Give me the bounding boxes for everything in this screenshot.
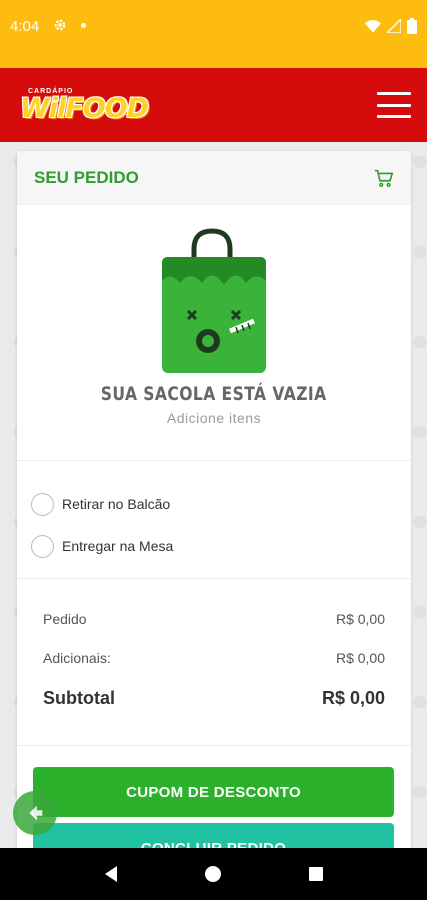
nav-home-icon [205, 866, 222, 882]
floating-back-button[interactable] [13, 791, 57, 835]
option-pickup-counter[interactable]: Retirar no Balcão [31, 483, 411, 525]
order-card-header: SEU PEDIDO [17, 151, 411, 205]
empty-bag-section: SUA SACOLA ESTÁ VAZIA Adicione itens [17, 205, 411, 461]
status-time: 4:04 [10, 18, 40, 35]
settings-gear-icon [54, 19, 66, 31]
summary-row-adicionais: Adicionais: R$ 0,00 [43, 638, 385, 677]
empty-bag-subtitle: Adicione itens [166, 410, 262, 426]
subtotal-label: Subtotal [43, 688, 115, 708]
adicionais-value: R$ 0,00 [335, 649, 385, 666]
logo-main-text: WilFOOD [20, 93, 149, 124]
option-deliver-table[interactable]: Entregar na Mesa [31, 525, 411, 567]
table-radio[interactable] [31, 534, 54, 558]
wifi-icon [365, 20, 381, 33]
pickup-radio[interactable] [31, 492, 54, 516]
pedido-value: R$ 0,00 [335, 610, 385, 627]
shopping-cart-icon[interactable] [373, 167, 395, 189]
nav-recents-icon [308, 867, 323, 881]
order-summary: Pedido R$ 0,00 Adicionais: R$ 0,00 Subto… [17, 579, 411, 746]
pedido-label: Pedido [43, 610, 87, 627]
empty-bag-icon [162, 228, 266, 373]
battery-icon [407, 18, 417, 34]
order-card: SEU PEDIDO SUA SACOLA ESTÁ VAZIA Adicion… [17, 151, 411, 851]
summary-row-pedido: Pedido R$ 0,00 [43, 599, 385, 638]
status-bar: 4:04 [0, 0, 427, 68]
nav-back-button[interactable] [101, 864, 121, 884]
adicionais-label: Adicionais: [43, 649, 111, 666]
nav-home-button[interactable] [203, 864, 223, 884]
nav-back-icon [105, 866, 118, 882]
system-nav-bar [0, 848, 427, 900]
coupon-button[interactable]: CUPOM DE DESCONTO [33, 767, 394, 817]
wilfood-logo[interactable]: CARDÁPIO WilFOOD [20, 88, 149, 124]
notification-dot-icon [81, 22, 87, 28]
empty-bag-title: SUA SACOLA ESTÁ VAZIA [101, 383, 327, 405]
table-label: Entregar na Mesa [62, 538, 174, 554]
pickup-label: Retirar no Balcão [62, 496, 171, 512]
arrow-left-icon [29, 805, 43, 821]
delivery-options: Retirar no Balcão Entregar na Mesa [17, 461, 411, 579]
nav-recents-button[interactable] [306, 864, 326, 884]
summary-row-subtotal: Subtotal R$ 0,00 [43, 679, 385, 718]
signal-icon [387, 19, 401, 33]
finish-order-button[interactable]: CONCLUIR PEDIDO [33, 823, 394, 851]
subtotal-value: R$ 0,00 [321, 688, 385, 708]
app-header: CARDÁPIO WilFOOD [0, 68, 427, 142]
hamburger-menu-icon[interactable] [377, 92, 411, 118]
order-title: SEU PEDIDO [34, 167, 139, 187]
